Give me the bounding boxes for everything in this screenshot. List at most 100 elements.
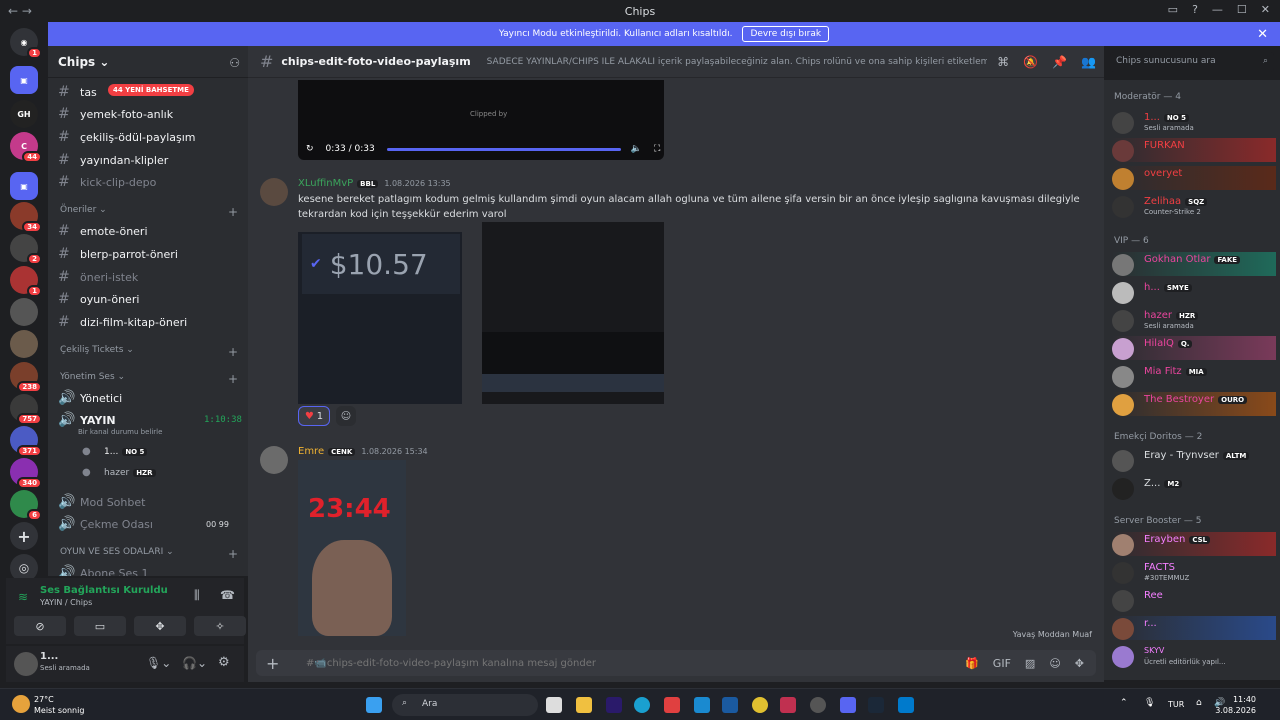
add-channel-icon[interactable]: + [228, 372, 238, 386]
taskbar-search[interactable]: ⌕ Ara [392, 694, 538, 716]
discord-icon[interactable] [840, 697, 856, 713]
screen-share-button[interactable]: ▭ [74, 616, 126, 636]
headphones-icon[interactable]: 🎧⌄ [182, 656, 207, 670]
microphone-tray-icon[interactable]: 🎙 [1144, 698, 1155, 708]
microphone-icon[interactable]: 🎙⌄ [146, 656, 171, 670]
signal-icon[interactable]: ≋ [18, 590, 28, 604]
banner-close-icon[interactable]: ✕ [1257, 27, 1268, 42]
disconnect-icon[interactable]: ☎ [220, 588, 235, 602]
member-item[interactable]: Ree [1112, 588, 1276, 612]
settings-gear-icon[interactable]: ⚙ [218, 655, 230, 670]
soundboard-button[interactable]: ✧ [194, 616, 246, 636]
voice-user[interactable]: ● hazer HZR [82, 467, 156, 478]
channel-item[interactable]: # oyun-öneri [58, 291, 139, 307]
gif-icon[interactable]: GIF [993, 657, 1011, 670]
add-reaction-icon[interactable]: ☺ [336, 406, 356, 426]
guild-icon[interactable]: 371 [10, 426, 42, 457]
pin-icon[interactable]: 📌 [1052, 55, 1067, 69]
channel-item[interactable]: # yayından-klipler [58, 152, 168, 168]
notification-bell-icon[interactable]: 🔕 [1023, 55, 1038, 69]
minimize-icon[interactable]: — [1212, 3, 1223, 16]
clock[interactable]: 11:40 3.08.2026 [1215, 694, 1256, 716]
guild-icon[interactable]: 238 [10, 362, 42, 393]
add-server-icon[interactable]: + [10, 522, 38, 550]
guild-icon[interactable]: 34 [10, 202, 42, 233]
weather-icon[interactable] [12, 695, 30, 713]
avatar[interactable] [260, 446, 288, 474]
member-item[interactable]: SKYV Ücretli editörlük yapıl... [1112, 644, 1276, 668]
premiere-icon[interactable] [606, 697, 622, 713]
voice-channel-cekme[interactable]: 🔊 Çekme Odası 00 99 [58, 516, 229, 532]
store-icon[interactable] [664, 697, 680, 713]
category-yonetim[interactable]: Yönetim Ses ⌄ + [60, 372, 238, 386]
noise-suppression-icon[interactable]: ⫼ [194, 588, 200, 603]
discord-home-icon[interactable]: ◉ 1 [10, 28, 42, 59]
channel-item[interactable]: # blerp-parrot-öneri [58, 246, 178, 262]
channel-item[interactable]: # yemek-foto-anlık [58, 106, 173, 122]
inbox-icon[interactable]: ▭ [1168, 3, 1178, 16]
server-search-input[interactable]: Chips sunucusunu ara ⌕ [1110, 52, 1274, 72]
windows-start-icon[interactable] [366, 697, 382, 713]
voice-user[interactable]: ● 1... NO 5 [82, 446, 148, 457]
avatar[interactable] [260, 178, 288, 206]
tray-chevron-icon[interactable]: ⌃ [1120, 698, 1128, 708]
task-view-icon[interactable] [546, 697, 562, 713]
app-icon[interactable] [780, 697, 796, 713]
edge-icon[interactable] [634, 697, 650, 713]
guild-chips-icon[interactable]: C 44 [10, 132, 42, 163]
member-item[interactable]: Erayben CSL [1112, 532, 1276, 556]
add-channel-icon[interactable]: + [228, 205, 238, 219]
guild-icon[interactable]: 6 [10, 490, 42, 521]
activities-button[interactable]: ✥ [134, 616, 186, 636]
guild-folder-icon[interactable]: ▣ [10, 66, 38, 94]
category-oyun[interactable]: OYUN VE SES ODALARI ⌄ + [60, 547, 238, 561]
chrome-icon[interactable] [752, 697, 768, 713]
video-player[interactable]: Clipped by ↻ 0:33 / 0:33 🔈 ⛶ [298, 80, 664, 160]
member-item[interactable]: Zelihaa SQZ Counter-Strike 2 [1112, 194, 1276, 218]
sticker-icon[interactable]: ▨ [1025, 657, 1035, 670]
channel-topic[interactable]: SADECE YAYINLAR/CHIPS İLE ALAKALI içerik… [487, 57, 987, 67]
new-mentions-pill[interactable]: 44 YENİ BAHSETME [108, 84, 194, 96]
guild-icon[interactable] [10, 298, 38, 326]
channel-item[interactable]: # emote-öneri [58, 223, 148, 239]
member-item[interactable]: Gokhan Otlar FAKE [1112, 252, 1276, 276]
guild-icon[interactable] [10, 330, 38, 358]
category-cekilis[interactable]: Çekiliş Tickets ⌄ + [60, 345, 238, 359]
avatar[interactable] [14, 652, 38, 676]
threads-icon[interactable]: ⌘ [997, 55, 1009, 69]
attach-plus-icon[interactable]: + [266, 654, 290, 673]
channel-item[interactable]: # çekiliş-ödül-paylaşım [58, 129, 196, 145]
member-item[interactable]: hazer HZR Sesli aramada [1112, 308, 1276, 332]
member-item[interactable]: HilalQ Q. [1112, 336, 1276, 360]
guild-icon[interactable]: 1 [10, 266, 42, 297]
member-list-icon[interactable]: 👥 [1081, 55, 1096, 69]
voice-channel-abone[interactable]: 🔊 Abone Ses 1 [58, 565, 148, 576]
gift-icon[interactable]: 🎁 [965, 657, 979, 670]
member-item[interactable]: Mia Fitz MIA [1112, 364, 1276, 388]
steam-icon[interactable] [868, 697, 884, 713]
member-item[interactable]: r... [1112, 616, 1276, 640]
member-item[interactable]: FURKAN [1112, 138, 1276, 162]
close-icon[interactable]: ✕ [1261, 3, 1270, 16]
channel-item[interactable]: # dizi-film-kitap-öneri [58, 314, 187, 330]
add-channel-icon[interactable]: + [228, 345, 238, 359]
member-item[interactable]: h... SMYE [1112, 280, 1276, 304]
fullscreen-icon[interactable]: ⛶ [654, 144, 660, 154]
volume-icon[interactable]: 🔈 [631, 144, 642, 154]
file-explorer-icon[interactable] [576, 697, 592, 713]
window-controls[interactable]: ▭? — ☐ ✕ [1168, 3, 1270, 16]
attachment-image[interactable]: 23:44 [298, 460, 406, 636]
disable-streamer-mode-button[interactable]: Devre dışı bırak [742, 26, 830, 42]
add-channel-icon[interactable]: + [228, 547, 238, 561]
member-item[interactable]: FACTS #30TEMMUZ [1112, 560, 1276, 584]
maximize-icon[interactable]: ☐ [1237, 3, 1247, 16]
keyboard-language[interactable]: TUR [1168, 700, 1184, 709]
guild-folder-icon[interactable]: ▣ [10, 172, 38, 200]
message-input[interactable] [306, 657, 906, 669]
voice-status-text[interactable]: Bir kanal durumu belirle [78, 428, 162, 436]
member-item[interactable]: Eray - Trynvser ALTM [1112, 448, 1276, 472]
member-item[interactable]: Z... M2 [1112, 476, 1276, 500]
camera-off-button[interactable]: ⊘ [14, 616, 66, 636]
member-item[interactable]: overyet [1112, 166, 1276, 190]
member-item[interactable]: 1... NO 5 Sesli aramada [1112, 110, 1276, 134]
